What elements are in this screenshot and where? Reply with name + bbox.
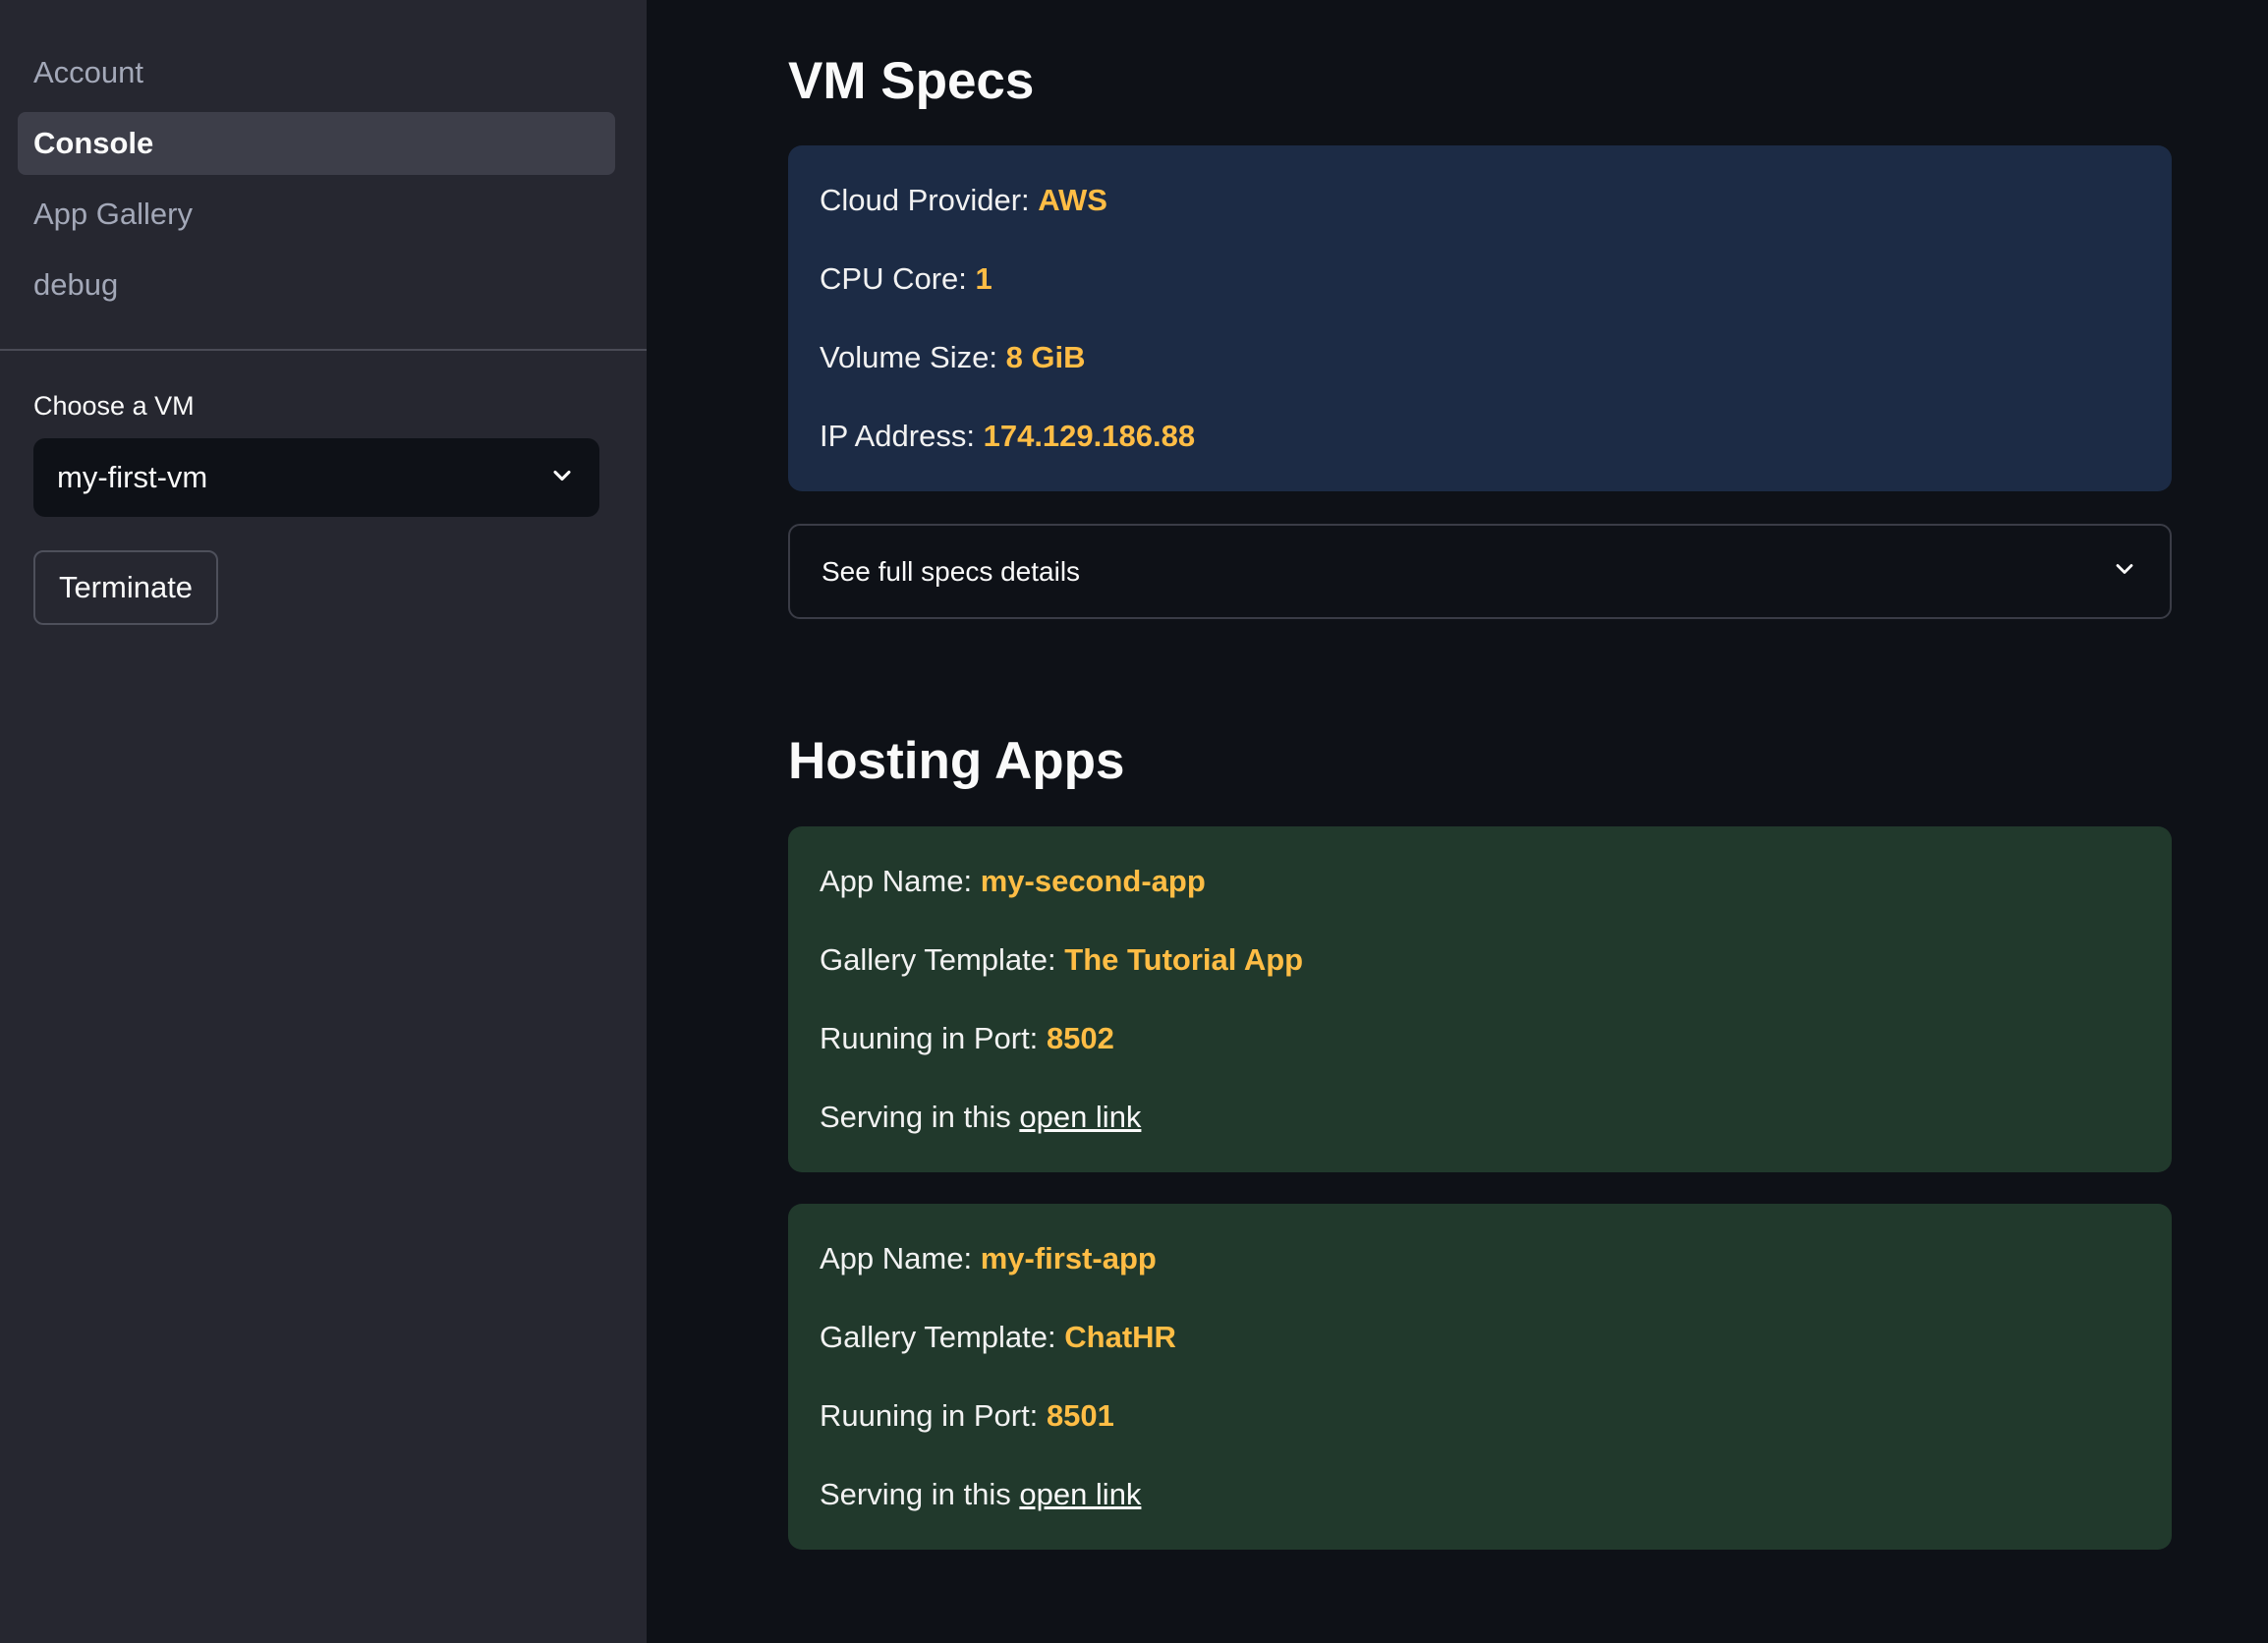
sidebar-item-label: App Gallery	[33, 197, 193, 231]
sidebar-divider	[0, 349, 647, 351]
app-port-row: Ruuning in Port: 8502	[820, 1021, 1114, 1056]
spec-row-cpu-core: CPU Core: 1	[820, 261, 992, 297]
expander-label: See full specs details	[822, 555, 1081, 587]
vm-specs-card: Cloud Provider: AWS CPU Core: 1 Volume S…	[788, 145, 2172, 491]
sidebar-item-app-gallery[interactable]: App Gallery	[18, 183, 615, 246]
hosting-apps-title: Hosting Apps	[788, 732, 1125, 790]
spec-label: IP Address:	[820, 419, 975, 453]
vm-select-value: my-first-vm	[57, 460, 208, 494]
app-port-value: 8502	[1046, 1021, 1114, 1055]
app-field-label: Serving in this	[820, 1477, 1011, 1511]
sidebar-item-label: Account	[33, 55, 144, 89]
app-serving-row: Serving in this open link	[820, 1100, 1141, 1135]
app-field-label: Ruuning in Port:	[820, 1398, 1039, 1433]
sidebar-item-console[interactable]: Console	[18, 112, 615, 175]
chevron-down-icon	[548, 462, 576, 494]
app-serving-row: Serving in this open link	[820, 1477, 1141, 1512]
spec-label: Volume Size:	[820, 340, 997, 374]
app-field-label: Serving in this	[820, 1100, 1011, 1134]
sidebar-item-label: debug	[33, 267, 119, 302]
app-template-value: The Tutorial App	[1064, 942, 1304, 977]
sidebar-item-debug[interactable]: debug	[18, 254, 615, 316]
open-link[interactable]: open link	[1019, 1100, 1141, 1134]
spec-row-cloud-provider: Cloud Provider: AWS	[820, 183, 1107, 218]
open-link[interactable]: open link	[1019, 1477, 1141, 1511]
spec-row-volume-size: Volume Size: 8 GiB	[820, 340, 1086, 375]
vm-select-label: Choose a VM	[33, 391, 195, 421]
app-port-row: Ruuning in Port: 8501	[820, 1398, 1114, 1434]
spec-value: AWS	[1038, 183, 1107, 217]
sidebar-nav: Account Console App Gallery debug	[18, 41, 615, 324]
app-card: App Name: my-second-app Gallery Template…	[788, 826, 2172, 1172]
chevron-down-icon	[2111, 555, 2138, 588]
full-specs-expander[interactable]: See full specs details	[788, 524, 2172, 619]
spec-value: 174.129.186.88	[983, 419, 1196, 453]
sidebar: Account Console App Gallery debug Choose…	[0, 0, 647, 1643]
app-field-label: Gallery Template:	[820, 1320, 1056, 1354]
sidebar-item-account[interactable]: Account	[18, 41, 615, 104]
app-template-row: Gallery Template: The Tutorial App	[820, 942, 1303, 978]
app-name-value: my-second-app	[980, 864, 1206, 898]
app-card: App Name: my-first-app Gallery Template:…	[788, 1204, 2172, 1550]
app-template-row: Gallery Template: ChatHR	[820, 1320, 1176, 1355]
spec-label: CPU Core:	[820, 261, 967, 296]
sidebar-item-label: Console	[33, 126, 154, 160]
spec-label: Cloud Provider:	[820, 183, 1030, 217]
vm-select-dropdown[interactable]: my-first-vm	[33, 438, 599, 517]
app-port-value: 8501	[1046, 1398, 1114, 1433]
spec-value: 8 GiB	[1005, 340, 1086, 374]
vm-specs-title: VM Specs	[788, 52, 1035, 110]
terminate-button[interactable]: Terminate	[33, 550, 218, 625]
app-template-value: ChatHR	[1064, 1320, 1176, 1354]
spec-row-ip-address: IP Address: 174.129.186.88	[820, 419, 1195, 454]
app-name-row: App Name: my-first-app	[820, 1241, 1157, 1276]
app-field-label: App Name:	[820, 1241, 973, 1275]
spec-value: 1	[975, 261, 992, 296]
app-field-label: App Name:	[820, 864, 973, 898]
app-field-label: Ruuning in Port:	[820, 1021, 1039, 1055]
app-name-value: my-first-app	[980, 1241, 1157, 1275]
app-field-label: Gallery Template:	[820, 942, 1056, 977]
app-name-row: App Name: my-second-app	[820, 864, 1206, 899]
